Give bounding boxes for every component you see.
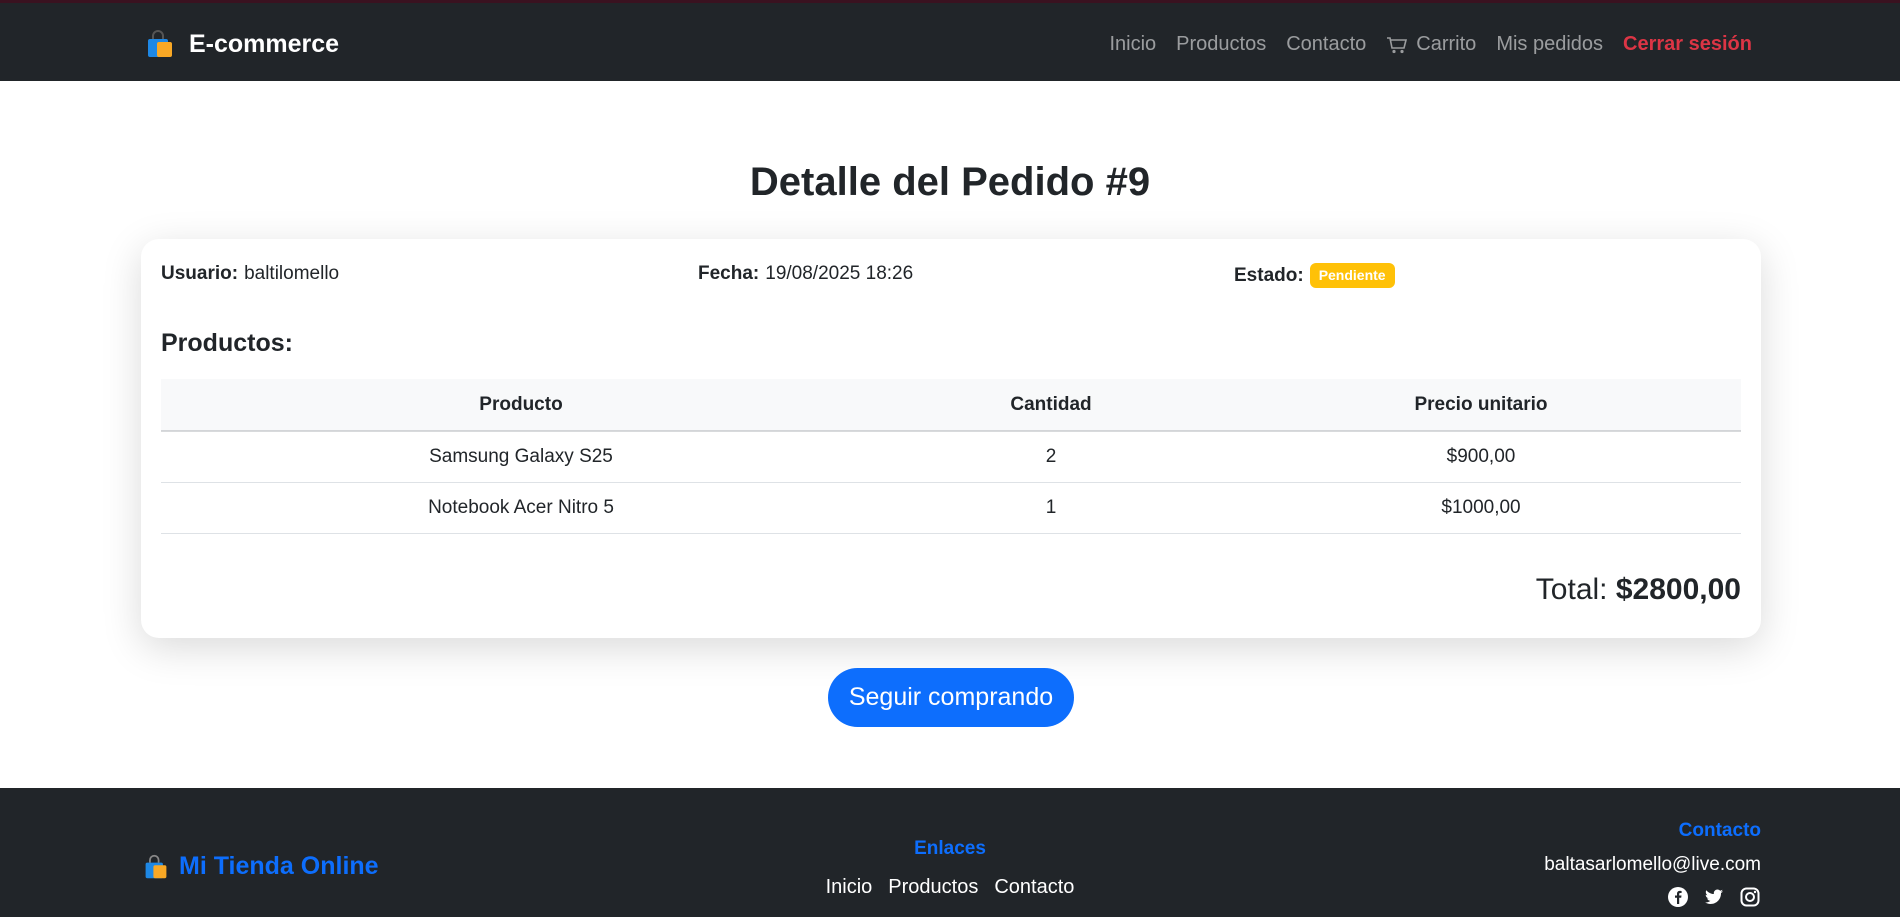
status-badge: Pendiente (1309, 263, 1395, 288)
table-cell: Notebook Acer Nitro 5 (161, 482, 881, 534)
nav-link-inicio[interactable]: Inicio (1109, 33, 1156, 56)
date-label: Fecha: (698, 263, 760, 284)
footer-link-contacto[interactable]: Contacto (994, 876, 1074, 899)
navbar: E-commerce Inicio Productos Contacto Car… (0, 0, 1900, 81)
order-status: Estado: Pendiente (1234, 263, 1395, 288)
order-card: Usuario: baltilomello Fecha: 19/08/2025 … (141, 239, 1761, 638)
order-date: Fecha: 19/08/2025 18:26 (698, 263, 913, 285)
footer: Mi Tienda Online Enlaces Inicio Producto… (0, 788, 1900, 917)
user-label: Usuario: (161, 263, 239, 284)
nav-link-productos[interactable]: Productos (1176, 33, 1266, 56)
nav-link-carrito[interactable]: Carrito (1386, 33, 1476, 56)
table-cell: $900,00 (1221, 431, 1741, 483)
table-cell: Samsung Galaxy S25 (161, 431, 881, 483)
footer-link-inicio[interactable]: Inicio (826, 876, 873, 899)
nav-link-contacto[interactable]: Contacto (1286, 33, 1366, 56)
instagram-icon[interactable] (1739, 886, 1761, 908)
products-table: Producto Cantidad Precio unitario Samsun… (161, 379, 1741, 534)
page-title: Detalle del Pedido #9 (749, 160, 1151, 204)
products-heading: Productos: (161, 329, 293, 357)
total-value: $2800,00 (1615, 573, 1741, 606)
nav-link-mis-pedidos[interactable]: Mis pedidos (1496, 33, 1603, 56)
column-header: Precio unitario (1221, 379, 1741, 432)
nav-link-carrito-label: Carrito (1416, 33, 1477, 55)
shopping-bag-icon (148, 30, 172, 57)
date-value: 19/08/2025 18:26 (765, 263, 914, 284)
logout-link[interactable]: Cerrar sesión (1623, 33, 1752, 56)
table-row: Notebook Acer Nitro 5 1 $1000,00 (161, 482, 1741, 534)
table-cell: 2 (881, 431, 1221, 483)
table-cell: 1 (881, 482, 1221, 534)
continue-shopping-button[interactable]: Seguir comprando (828, 668, 1074, 727)
facebook-icon[interactable] (1667, 886, 1689, 908)
cart-icon (1387, 36, 1408, 53)
order-user: Usuario: baltilomello (161, 263, 339, 285)
status-label: Estado: (1234, 264, 1304, 286)
footer-contact: Contacto baltasarlomello@live.com (1544, 820, 1761, 908)
footer-link-productos[interactable]: Productos (888, 876, 978, 899)
table-cell: $1000,00 (1221, 482, 1741, 534)
column-header: Cantidad (881, 379, 1221, 432)
table-header-row: Producto Cantidad Precio unitario (161, 379, 1741, 432)
user-value: baltilomello (244, 263, 340, 284)
table-row: Samsung Galaxy S25 2 $900,00 (161, 431, 1741, 483)
nav-links: Inicio Productos Contacto Carrito Mis pe… (1109, 33, 1752, 56)
column-header: Producto (161, 379, 881, 432)
brand-link[interactable]: E-commerce (145, 29, 339, 59)
order-meta: Usuario: baltilomello Fecha: 19/08/2025 … (161, 263, 1741, 293)
footer-contact-heading: Contacto (1678, 820, 1761, 841)
contact-email[interactable]: baltasarlomello@live.com (1544, 854, 1761, 876)
total-label: Total: (1535, 573, 1608, 606)
brand-label: E-commerce (189, 29, 340, 58)
twitter-icon[interactable] (1703, 886, 1725, 908)
order-total: Total: $2800,00 (1536, 573, 1741, 607)
social-links (1544, 886, 1761, 908)
